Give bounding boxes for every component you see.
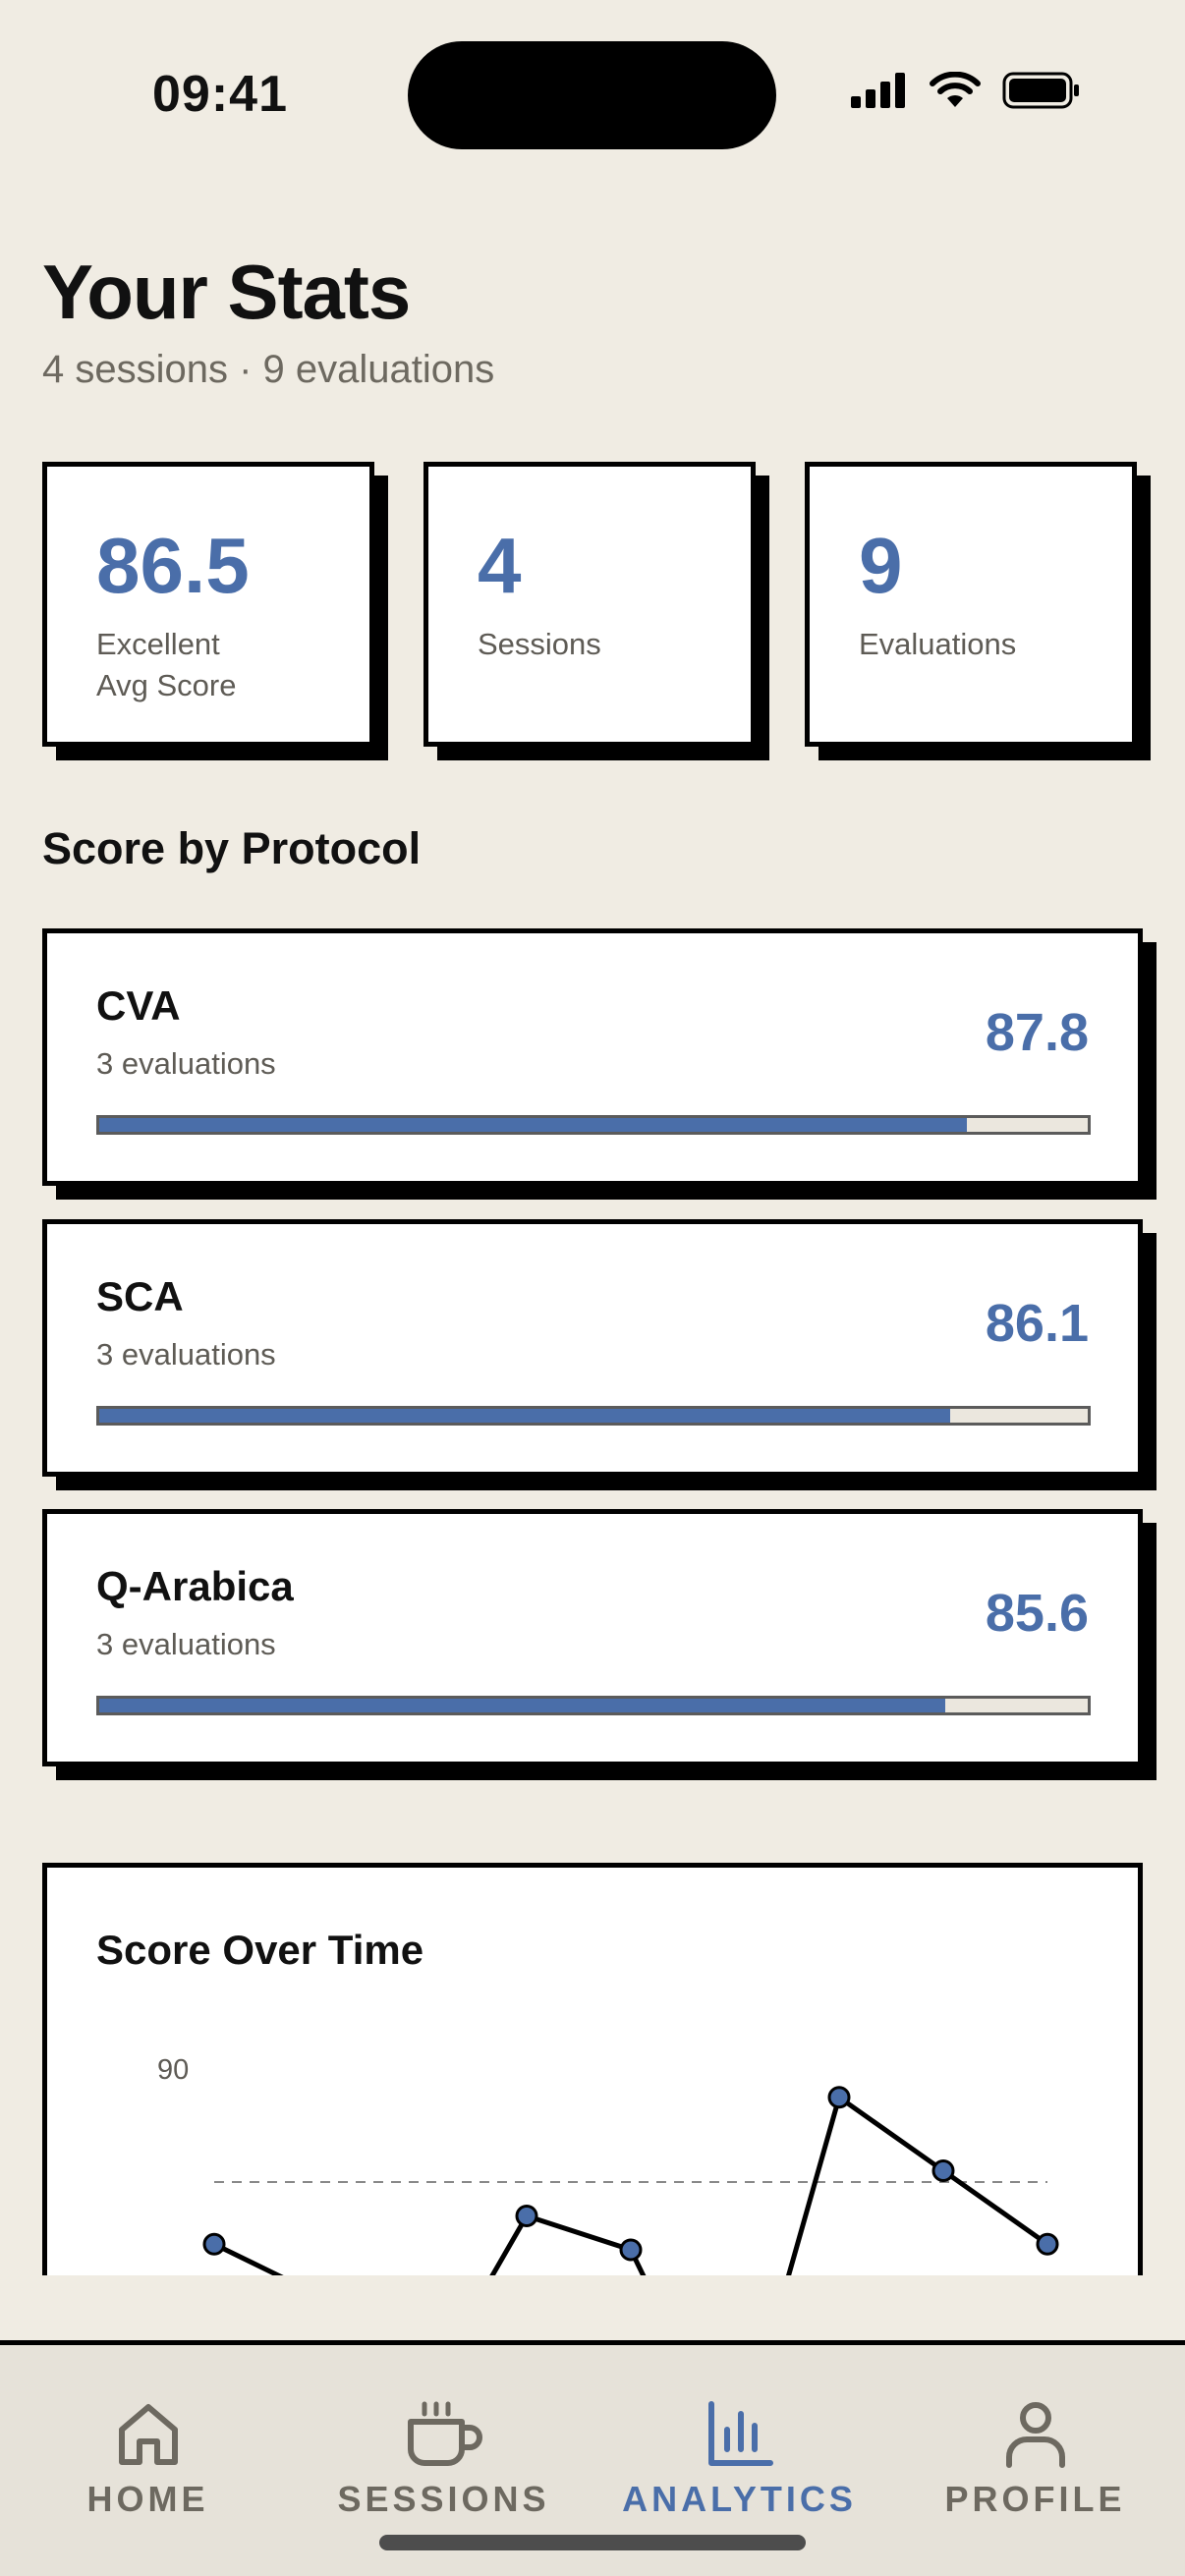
tab-home[interactable]: HOME [0,2345,296,2542]
protocol-eval-count: 3 evaluations [96,1337,276,1372]
status-icons [851,71,1081,110]
tab-sessions[interactable]: SESSIONS [296,2345,592,2542]
protocol-name: CVA [96,982,181,1029]
protocol-progress-fill [99,1699,946,1712]
protocol-progress-bar [96,1115,1091,1135]
tab-analytics[interactable]: ANALYTICS [592,2345,887,2542]
section-heading-score-by-protocol: Score by Protocol [42,823,422,873]
protocol-eval-count: 3 evaluations [96,1046,276,1081]
protocol-score: 87.8 [985,1003,1089,1062]
protocol-card-cva[interactable]: CVA 3 evaluations 87.8 [42,928,1143,1186]
protocol-eval-count: 3 evaluations [96,1627,276,1661]
coffee-cup-icon [407,2401,482,2466]
stat-card-sessions[interactable]: 4 Sessions [423,462,756,747]
protocol-score: 86.1 [985,1294,1089,1353]
tab-label: ANALYTICS [622,2479,857,2519]
home-indicator [379,2535,806,2550]
bar-chart-icon [707,2401,773,2466]
status-bar: 09:41 [0,0,1185,177]
protocol-progress-fill [99,1118,968,1132]
tab-profile[interactable]: PROFILE [887,2345,1183,2542]
dynamic-island [408,41,776,149]
data-point [827,2086,851,2109]
y-tick-label: 90 [157,2054,189,2086]
stat-label-line: Sessions [478,627,601,661]
protocol-progress-bar [96,1696,1091,1715]
page-title: Your Stats [42,249,411,335]
stat-value: 86.5 [96,522,250,609]
stat-label-line: Avg Score [96,668,237,702]
status-time: 09:41 [152,66,288,123]
stat-value: 9 [859,522,903,609]
stat-label: Sessions [478,624,601,665]
data-point [1036,2232,1059,2256]
data-point [515,2205,538,2227]
stat-label: Evaluations [859,624,1016,665]
page-subtitle: 4 sessions · 9 evaluations [42,348,495,391]
data-point [202,2232,226,2256]
stat-label-line: Excellent [96,627,220,661]
cellular-signal-icon [851,73,905,108]
data-point [931,2159,955,2182]
stat-card-evaluations[interactable]: 9 Evaluations [805,462,1137,747]
protocol-name: SCA [96,1273,184,1319]
battery-icon [1002,72,1079,109]
stat-label-line: Evaluations [859,627,1017,661]
protocol-card-q-arabica[interactable]: Q-Arabica 3 evaluations 85.6 [42,1509,1143,1766]
wifi-icon [930,72,981,107]
stat-value: 4 [478,522,522,609]
stat-card-avg-score[interactable]: 86.5 Excellent Avg Score [42,462,374,747]
protocol-name: Q-Arabica [96,1563,294,1609]
score-line-chart: 90 [157,2054,1059,2275]
tab-label: SESSIONS [337,2479,550,2519]
home-icon [118,2404,178,2465]
protocol-progress-fill [99,1409,951,1423]
protocol-score: 85.6 [985,1584,1089,1643]
protocol-card-sca[interactable]: SCA 3 evaluations 86.1 [42,1219,1143,1477]
tab-label: PROFILE [944,2479,1126,2519]
person-icon [1005,2402,1065,2468]
tab-label: HOME [86,2479,209,2519]
protocol-progress-bar [96,1406,1091,1426]
stat-label: Excellent Avg Score [96,624,236,706]
data-point [619,2238,643,2262]
score-over-time-card: Score Over Time 90 [42,1863,1143,2275]
